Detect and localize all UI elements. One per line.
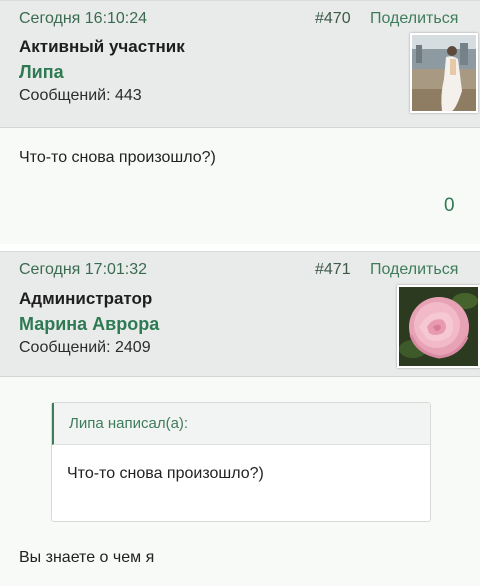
post-header: Сегодня 16:10:24 #470 Поделиться Активны… xyxy=(0,1,480,128)
post-470: Сегодня 16:10:24 #470 Поделиться Активны… xyxy=(0,0,480,244)
reaction-count[interactable]: 0 xyxy=(444,195,455,217)
author-name[interactable]: Марина Аврора xyxy=(19,314,159,335)
quote-author[interactable]: Липа написал(а): xyxy=(69,415,188,432)
post-body: Вы знаете о чем я xyxy=(19,549,155,566)
share-button[interactable]: Поделиться xyxy=(370,10,458,28)
post-body: Что-то снова произошло?) xyxy=(19,149,216,166)
post-date[interactable]: Сегодня 17:01:32 xyxy=(19,261,147,279)
user-role: Администратор xyxy=(19,289,153,308)
avatar[interactable] xyxy=(410,33,478,113)
bride-photo-icon xyxy=(412,35,476,111)
share-button[interactable]: Поделиться xyxy=(370,261,458,279)
quote-block: Липа написал(а): Что-то снова произошло?… xyxy=(51,402,431,522)
avatar[interactable] xyxy=(397,285,480,368)
post-number[interactable]: #470 xyxy=(315,10,351,28)
user-role: Активный участник xyxy=(19,37,185,56)
post-number[interactable]: #471 xyxy=(315,261,351,279)
message-count: Сообщений: 443 xyxy=(19,87,142,104)
post-date[interactable]: Сегодня 16:10:24 xyxy=(19,10,147,28)
author-name[interactable]: Липа xyxy=(19,62,64,83)
message-count: Сообщений: 2409 xyxy=(19,339,151,356)
quote-text: Что-то снова произошло?) xyxy=(67,465,264,482)
pink-rose-icon xyxy=(399,287,478,366)
